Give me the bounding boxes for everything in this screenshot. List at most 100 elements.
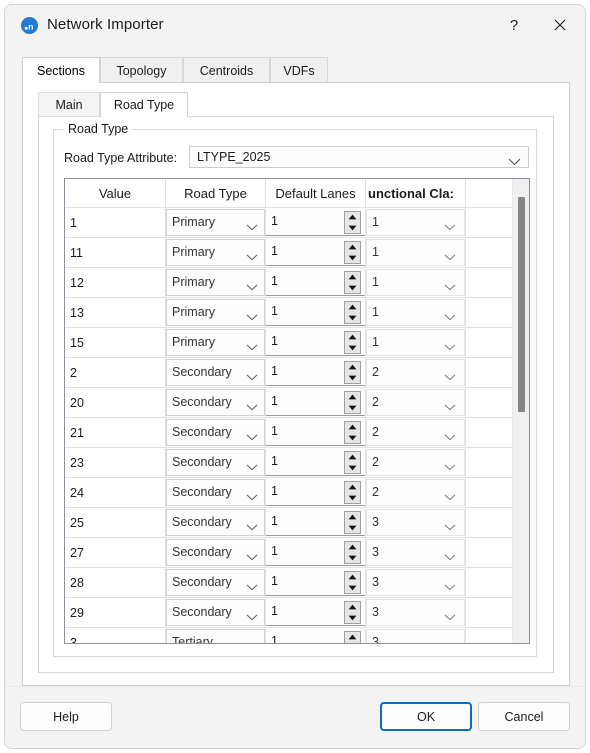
cell-default-lanes[interactable]: 1 (266, 358, 366, 387)
stepper-down-icon[interactable] (345, 343, 360, 354)
cell-default-lanes[interactable]: 1 (266, 628, 366, 644)
cell-road-type[interactable]: Secondary (166, 388, 266, 417)
tab-vdfs[interactable]: VDFs (270, 57, 328, 83)
functional-class-select[interactable]: 2 (366, 419, 465, 446)
functional-class-select[interactable]: 2 (366, 359, 465, 386)
default-lanes-stepper[interactable]: 1 (266, 509, 365, 536)
road-type-select[interactable]: Primary (166, 209, 265, 236)
cell-default-lanes[interactable]: 1 (266, 298, 366, 327)
cell-functional-class[interactable]: 2 (366, 448, 466, 477)
stepper-up-icon[interactable] (345, 512, 360, 523)
default-lanes-stepper[interactable]: 1 (266, 299, 365, 326)
functional-class-select[interactable]: 3 (366, 509, 465, 536)
stepper-buttons[interactable] (344, 541, 361, 564)
table-row[interactable]: 27 Secondary 1 3 (65, 538, 529, 568)
cell-value[interactable]: 11 (65, 238, 166, 267)
cell-functional-class[interactable]: 3 (366, 508, 466, 537)
road-type-select[interactable]: Primary (166, 269, 265, 296)
cell-functional-class[interactable]: 2 (366, 418, 466, 447)
stepper-down-icon[interactable] (345, 283, 360, 294)
stepper-down-icon[interactable] (345, 463, 360, 474)
table-row[interactable]: 1 Primary 1 1 (65, 208, 529, 238)
default-lanes-stepper[interactable]: 1 (266, 449, 365, 476)
functional-class-select[interactable]: 3 (366, 569, 465, 596)
stepper-up-icon[interactable] (345, 452, 360, 463)
column-header-road-type[interactable]: Road Type (166, 179, 266, 208)
cell-value[interactable]: 29 (65, 598, 166, 627)
grid-vertical-scrollbar[interactable] (512, 179, 529, 643)
table-row[interactable]: 28 Secondary 1 3 (65, 568, 529, 598)
stepper-down-icon[interactable] (345, 313, 360, 324)
cell-road-type[interactable]: Secondary (166, 478, 266, 507)
default-lanes-stepper[interactable]: 1 (266, 599, 365, 626)
table-row[interactable]: 3 Tertiary 1 3 (65, 628, 529, 644)
road-type-select[interactable]: Secondary (166, 509, 265, 536)
tab-sections[interactable]: Sections (22, 57, 100, 83)
cell-road-type[interactable]: Primary (166, 268, 266, 297)
cell-functional-class[interactable]: 2 (366, 478, 466, 507)
table-row[interactable]: 25 Secondary 1 3 (65, 508, 529, 538)
default-lanes-stepper[interactable]: 1 (266, 359, 365, 386)
cell-value[interactable]: 21 (65, 418, 166, 447)
table-row[interactable]: 12 Primary 1 1 (65, 268, 529, 298)
functional-class-select[interactable]: 3 (366, 539, 465, 566)
stepper-down-icon[interactable] (345, 253, 360, 264)
cell-default-lanes[interactable]: 1 (266, 208, 366, 237)
cell-default-lanes[interactable]: 1 (266, 448, 366, 477)
subtab-main[interactable]: Main (38, 92, 100, 117)
default-lanes-stepper[interactable]: 1 (266, 419, 365, 446)
stepper-down-icon[interactable] (345, 643, 360, 644)
stepper-up-icon[interactable] (345, 362, 360, 373)
stepper-buttons[interactable] (344, 211, 361, 234)
table-row[interactable]: 20 Secondary 1 2 (65, 388, 529, 418)
default-lanes-stepper[interactable]: 1 (266, 239, 365, 266)
table-row[interactable]: 24 Secondary 1 2 (65, 478, 529, 508)
stepper-buttons[interactable] (344, 631, 361, 644)
cell-road-type[interactable]: Secondary (166, 448, 266, 477)
road-type-select[interactable]: Secondary (166, 569, 265, 596)
stepper-up-icon[interactable] (345, 392, 360, 403)
functional-class-select[interactable]: 1 (366, 329, 465, 356)
table-row[interactable]: 13 Primary 1 1 (65, 298, 529, 328)
cell-road-type[interactable]: Secondary (166, 358, 266, 387)
stepper-buttons[interactable] (344, 391, 361, 414)
stepper-up-icon[interactable] (345, 632, 360, 643)
cell-default-lanes[interactable]: 1 (266, 568, 366, 597)
stepper-down-icon[interactable] (345, 403, 360, 414)
default-lanes-stepper[interactable]: 1 (266, 569, 365, 596)
stepper-up-icon[interactable] (345, 572, 360, 583)
cell-default-lanes[interactable]: 1 (266, 238, 366, 267)
stepper-up-icon[interactable] (345, 242, 360, 253)
stepper-up-icon[interactable] (345, 332, 360, 343)
table-row[interactable]: 21 Secondary 1 2 (65, 418, 529, 448)
road-type-select[interactable]: Secondary (166, 449, 265, 476)
road-type-select[interactable]: Secondary (166, 539, 265, 566)
stepper-up-icon[interactable] (345, 422, 360, 433)
cell-road-type[interactable]: Secondary (166, 418, 266, 447)
stepper-buttons[interactable] (344, 271, 361, 294)
scrollbar-thumb[interactable] (518, 197, 525, 412)
subtab-road-type[interactable]: Road Type (100, 92, 188, 117)
stepper-buttons[interactable] (344, 481, 361, 504)
default-lanes-stepper[interactable]: 1 (266, 209, 365, 236)
cell-road-type[interactable]: Secondary (166, 508, 266, 537)
cell-road-type[interactable]: Primary (166, 298, 266, 327)
cell-value[interactable]: 12 (65, 268, 166, 297)
stepper-buttons[interactable] (344, 601, 361, 624)
tab-centroids[interactable]: Centroids (183, 57, 270, 83)
road-type-select[interactable]: Secondary (166, 599, 265, 626)
cell-road-type[interactable]: Primary (166, 238, 266, 267)
stepper-up-icon[interactable] (345, 542, 360, 553)
stepper-up-icon[interactable] (345, 272, 360, 283)
cell-functional-class[interactable]: 1 (366, 208, 466, 237)
default-lanes-stepper[interactable]: 1 (266, 389, 365, 416)
road-type-select[interactable]: Secondary (166, 359, 265, 386)
road-type-select[interactable]: Secondary (166, 419, 265, 446)
stepper-up-icon[interactable] (345, 212, 360, 223)
cell-value[interactable]: 23 (65, 448, 166, 477)
road-type-select[interactable]: Secondary (166, 479, 265, 506)
cell-value[interactable]: 2 (65, 358, 166, 387)
table-row[interactable]: 29 Secondary 1 3 (65, 598, 529, 628)
cell-value[interactable]: 3 (65, 628, 166, 643)
cell-road-type[interactable]: Secondary (166, 538, 266, 567)
